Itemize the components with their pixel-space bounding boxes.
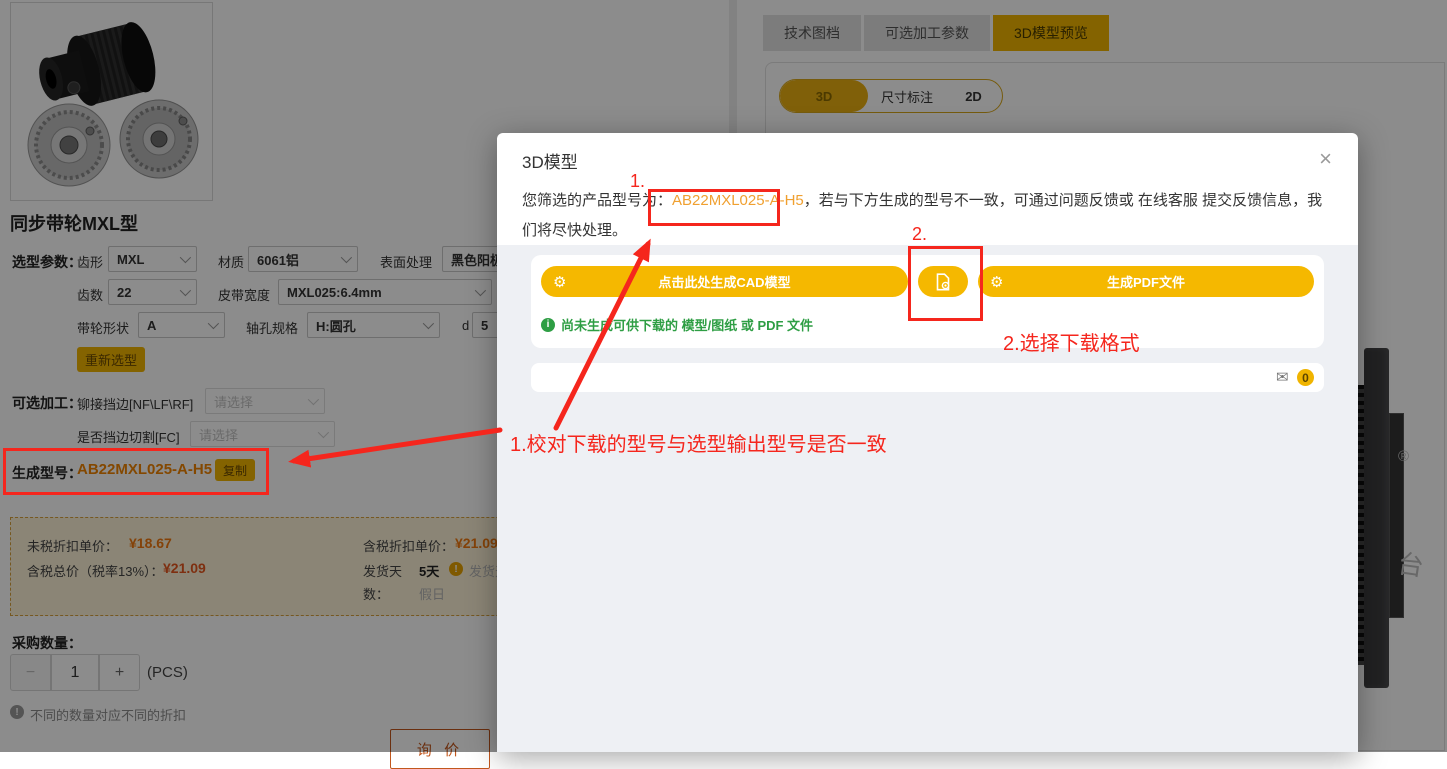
- annotation-step1-note: 1.校对下载的型号与选型输出型号是否一致: [510, 428, 887, 457]
- annotation-box-format-button: [908, 246, 983, 321]
- annotation-step1-marker: 1.: [630, 171, 645, 192]
- annotation-arrows: [0, 0, 1447, 752]
- annotation-box-model-number: [648, 189, 780, 226]
- annotation-box-generated-model: [3, 448, 269, 495]
- annotation-step2-marker: 2.: [912, 224, 927, 245]
- annotation-arrow-to-model-number: [556, 244, 648, 428]
- annotation-arrow-to-generated-model: [294, 430, 500, 461]
- annotation-step2-note: 2.选择下载格式: [1003, 327, 1140, 356]
